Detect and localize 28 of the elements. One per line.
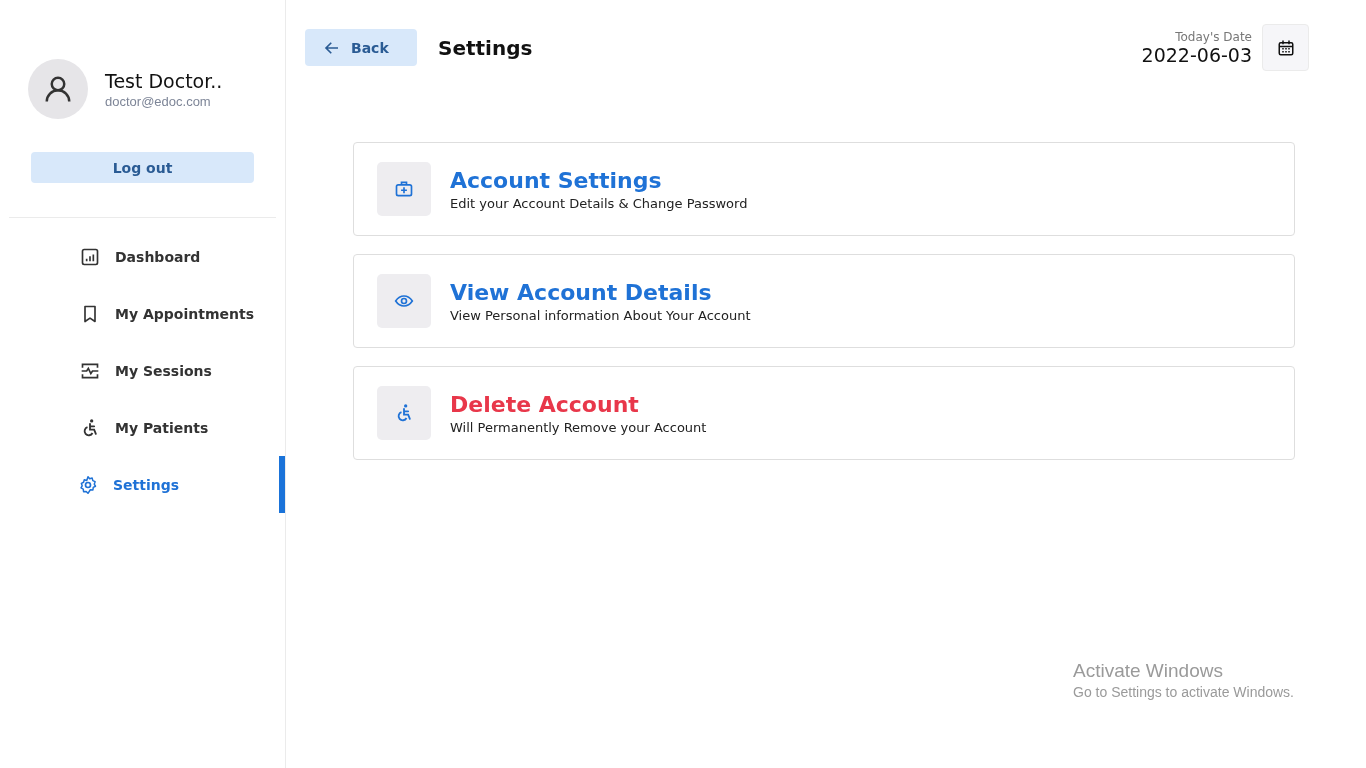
calendar-icon xyxy=(1276,38,1295,57)
back-button[interactable]: Back xyxy=(305,29,417,66)
settings-card[interactable]: Account Settings Edit your Account Details & Change Password xyxy=(353,142,1295,236)
card-title: View Account Details xyxy=(450,279,713,305)
medical-case-icon xyxy=(394,179,414,199)
date-value: 2022-06-03 xyxy=(1141,43,1252,66)
profile-name: Test Doctor.. xyxy=(105,69,223,92)
card-subtitle: Edit your Account Details & Change Password xyxy=(450,195,748,211)
nav-item[interactable]: My Sessions xyxy=(0,342,285,399)
card-subtitle: Will Permanently Remove your Account xyxy=(450,419,707,435)
activation-notice-text: Go to Settings to activate Windows. xyxy=(1073,684,1294,700)
nav-item[interactable]: My Appointments xyxy=(0,285,285,342)
card-title: Delete Account xyxy=(450,391,640,417)
nav-item[interactable]: My Patients xyxy=(0,399,285,456)
card-subtitle: View Personal information About Your Account xyxy=(450,307,751,323)
gear-icon xyxy=(78,474,98,495)
settings-card[interactable]: Delete Account Will Permanently Remove your Account xyxy=(353,366,1295,460)
page-title: Settings xyxy=(438,35,534,60)
date-label: Today's Date xyxy=(1174,29,1252,44)
card-title: Account Settings xyxy=(450,167,663,193)
dashboard-icon xyxy=(80,246,100,267)
settings-card[interactable]: View Account Details View Personal information About Your Account xyxy=(353,254,1295,348)
nav-item[interactable]: Settings xyxy=(0,456,285,513)
nav-item[interactable]: Dashboard xyxy=(0,228,285,285)
activation-notice-title: Activate Windows xyxy=(1073,660,1224,682)
profile-email: doctor@edoc.com xyxy=(105,93,212,109)
logout-button[interactable]: Log out xyxy=(31,152,254,183)
calendar-button[interactable] xyxy=(1262,24,1309,71)
